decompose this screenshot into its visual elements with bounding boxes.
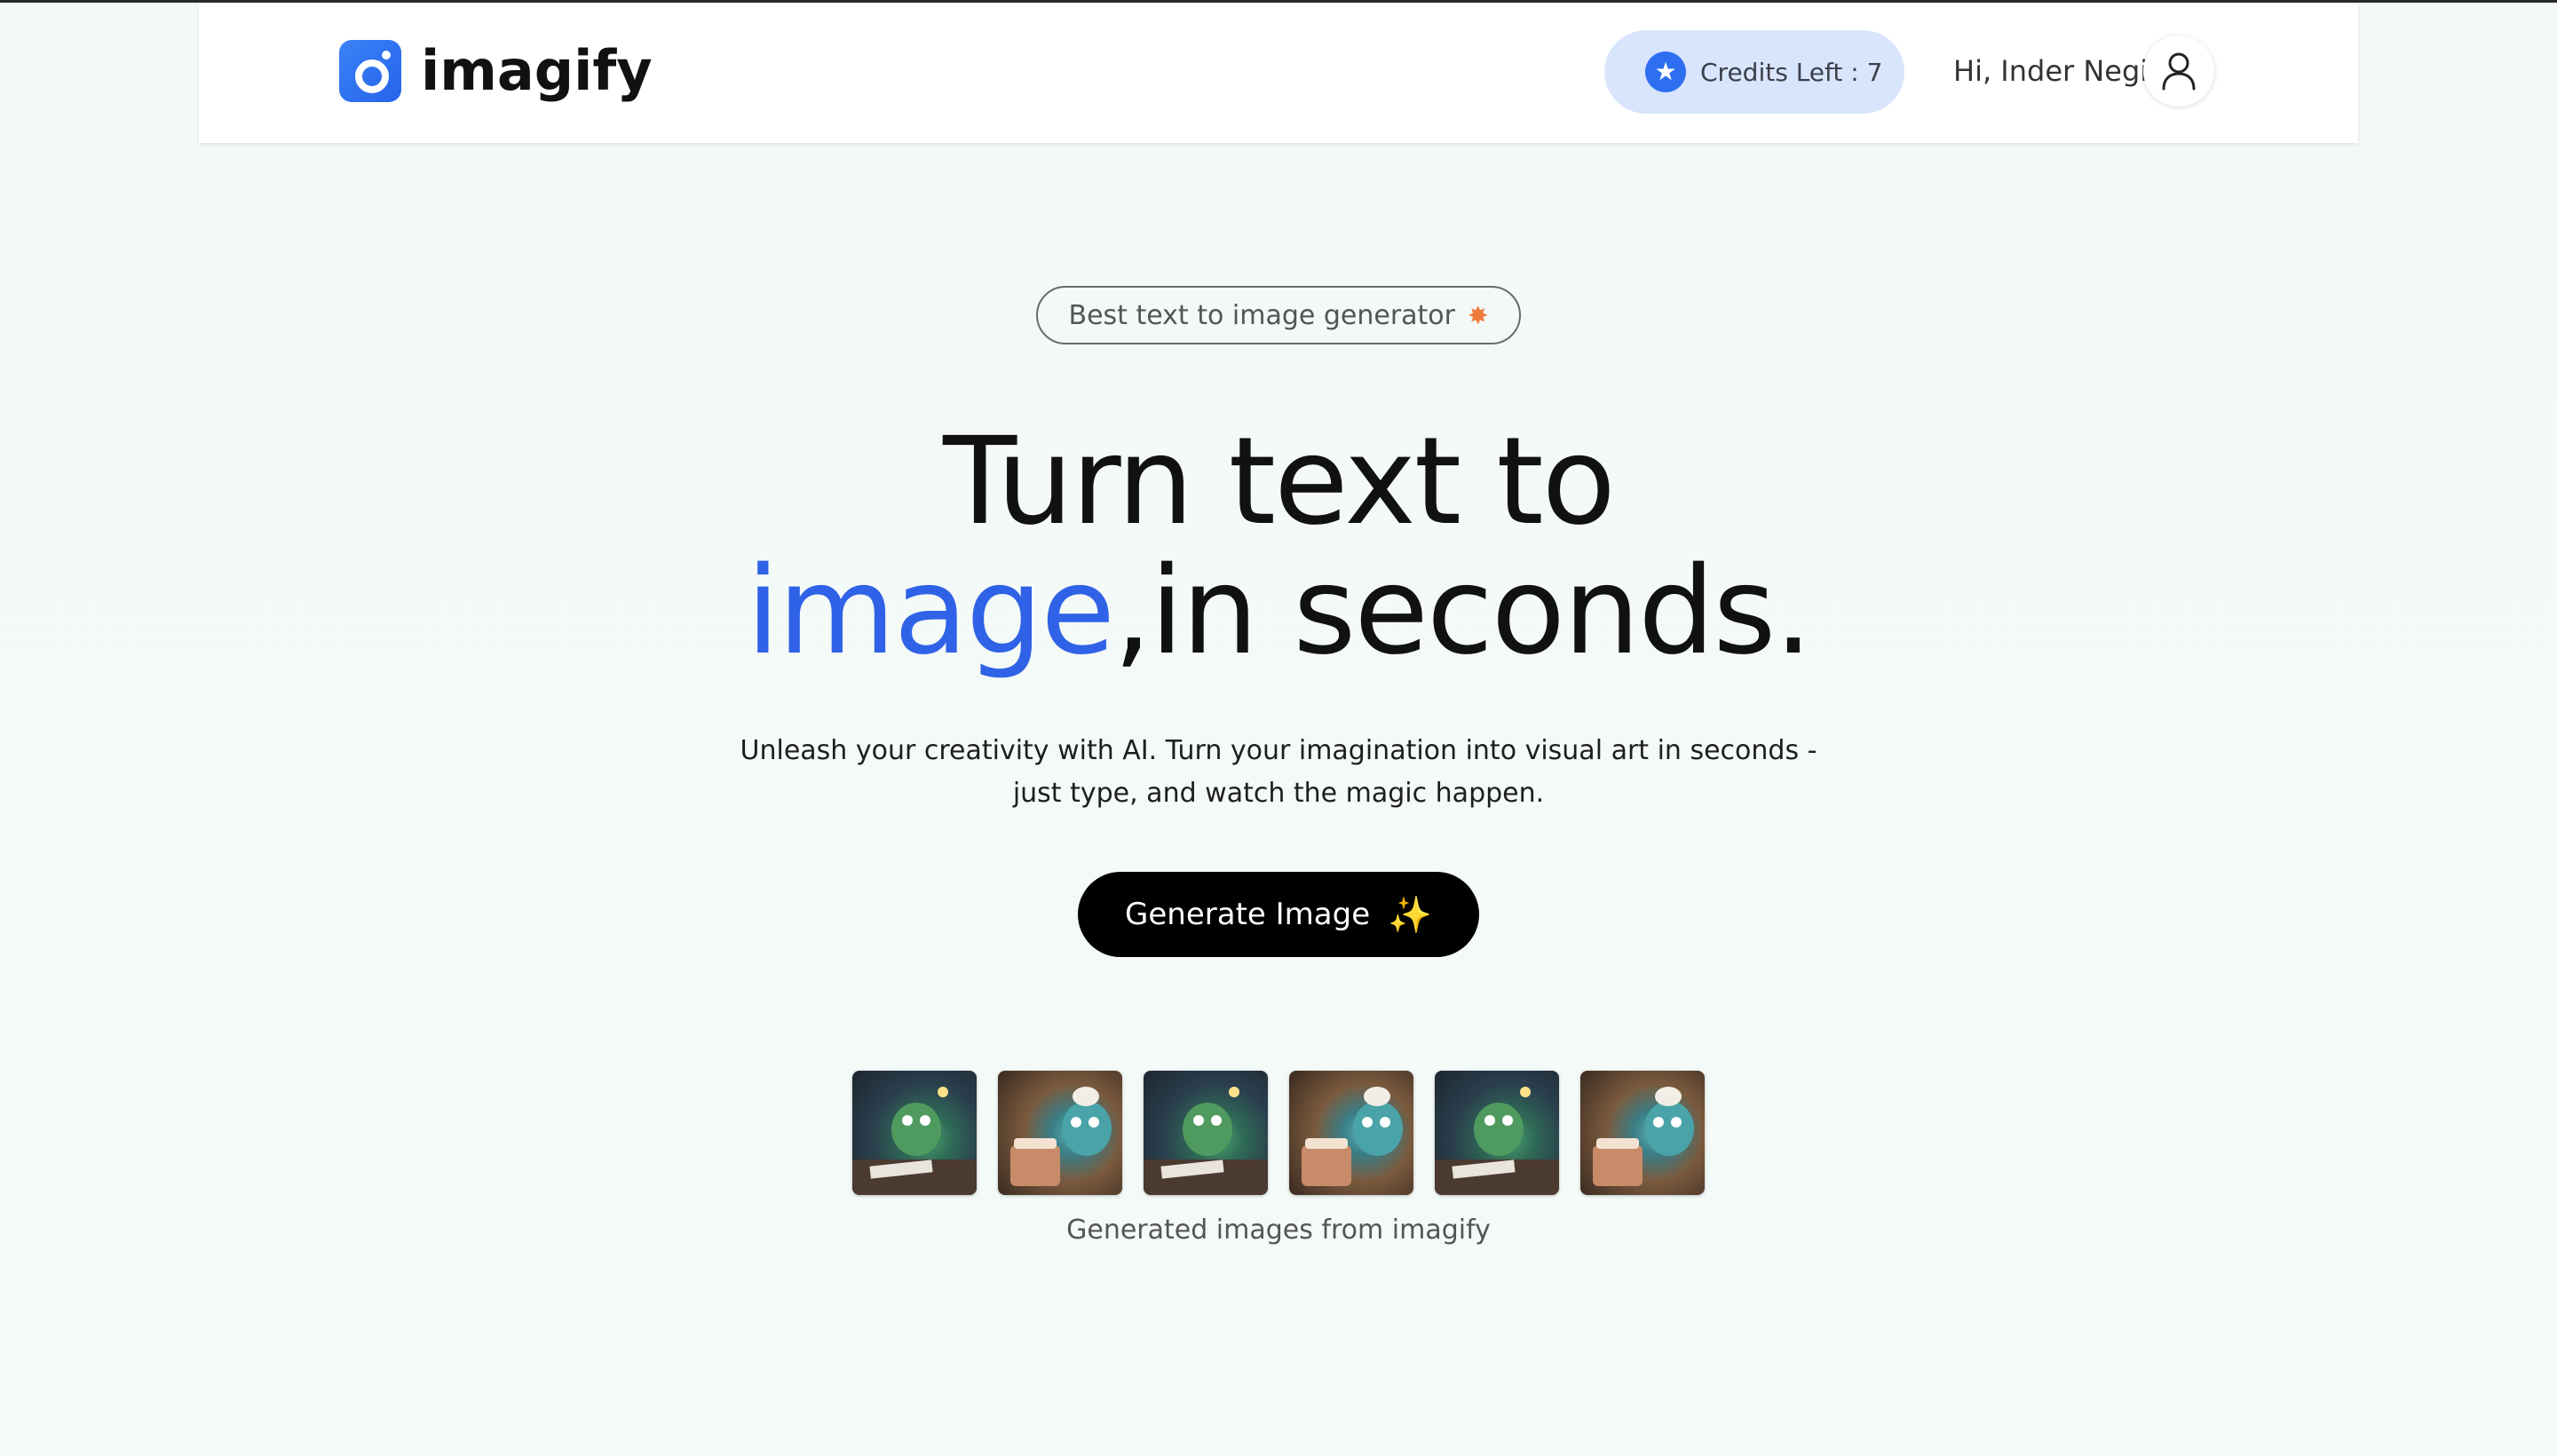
headline-line1: Turn text to (943, 412, 1616, 552)
sample-image-monster-desk[interactable] (1144, 1071, 1268, 1195)
generate-image-button[interactable]: Generate Image ✨ (1078, 872, 1479, 957)
user-avatar-button[interactable] (2143, 36, 2214, 107)
subtitle-line2: just type, and watch the magic happen. (1012, 778, 1545, 809)
sample-images-caption: Generated images from imagify (1066, 1215, 1491, 1246)
sample-image-monster-cake[interactable] (998, 1071, 1122, 1195)
tagline-badge: Best text to image generator ✸ (1036, 286, 1521, 344)
user-greeting: Hi, Inder Negi (1953, 54, 2149, 88)
user-icon (2162, 52, 2196, 91)
tagline-text: Best text to image generator (1068, 299, 1455, 331)
headline-accent: image (746, 542, 1115, 682)
subtitle-line1: Unleash your creativity with AI. Turn yo… (740, 735, 1817, 766)
sample-image-monster-cake[interactable] (1580, 1071, 1705, 1195)
headline-rest: ,in seconds. (1113, 542, 1813, 682)
credits-button[interactable]: ★ Credits Left : 7 (1604, 30, 1904, 114)
logo-icon (339, 40, 401, 102)
starburst-icon: ✸ (1468, 300, 1489, 330)
top-navbar: imagify ★ Credits Left : 7 Hi, Inder Neg… (199, 3, 2358, 143)
hero-subtitle: Unleash your creativity with AI. Turn yo… (657, 730, 1900, 815)
generate-image-label: Generate Image (1125, 897, 1371, 932)
sample-image-monster-desk[interactable] (852, 1071, 977, 1195)
star-icon: ★ (1645, 51, 1686, 92)
logo[interactable]: imagify (339, 40, 653, 102)
hero-headline: Turn text to image,in seconds. (568, 417, 1989, 677)
sample-image-monster-desk[interactable] (1435, 1071, 1559, 1195)
sample-image-monster-cake[interactable] (1289, 1071, 1413, 1195)
logo-text: imagify (421, 38, 653, 103)
sample-images-row (852, 1071, 1705, 1195)
sparkles-icon: ✨ (1388, 894, 1432, 936)
credits-label: Credits Left : 7 (1700, 57, 1883, 87)
